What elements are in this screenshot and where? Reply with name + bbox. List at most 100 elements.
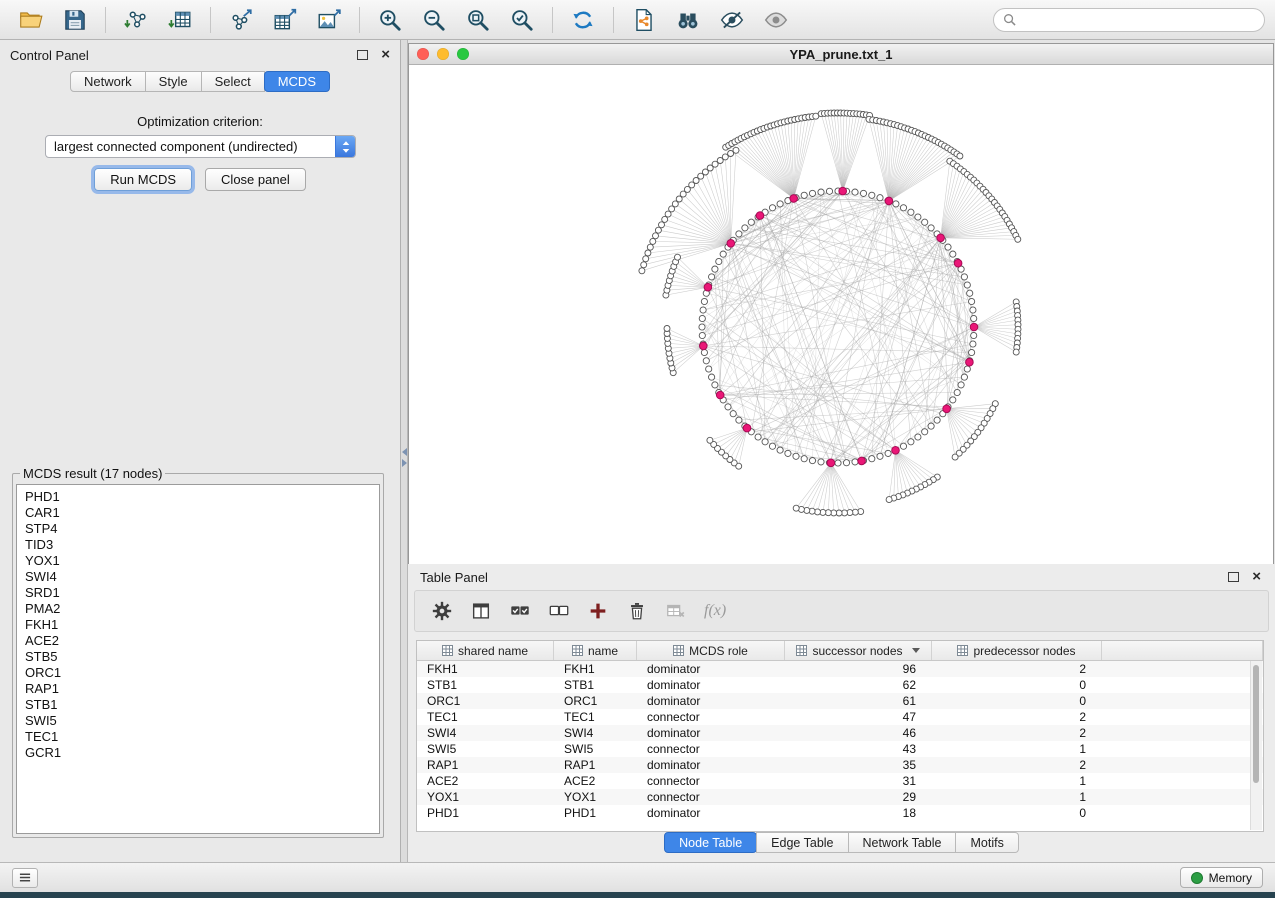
network-canvas[interactable]	[409, 65, 1273, 564]
tab-edge-table[interactable]: Edge Table	[756, 832, 848, 853]
cell-shared-name: RAP1	[417, 758, 554, 772]
mcds-result-item[interactable]: SRD1	[25, 585, 379, 601]
mcds-result-item[interactable]: CAR1	[25, 505, 379, 521]
table-row[interactable]: SWI4 SWI4 dominator 46 2	[417, 725, 1263, 741]
main-toolbar	[0, 0, 1275, 40]
refresh-layout-button[interactable]	[562, 3, 604, 37]
table-row[interactable]: YOX1 YOX1 connector 29 1	[417, 789, 1263, 805]
close-window-icon[interactable]	[417, 48, 429, 60]
deselect-all-rows-button[interactable]	[548, 600, 570, 622]
sort-chevron-icon[interactable]	[912, 648, 920, 653]
show-panel-list-button[interactable]	[12, 868, 38, 888]
delete-column-button[interactable]	[626, 600, 648, 622]
table-scrollbar[interactable]	[1250, 661, 1262, 830]
tab-network[interactable]: Network	[70, 71, 146, 92]
network-window-titlebar[interactable]: YPA_prune.txt_1	[409, 44, 1273, 65]
table-settings-button[interactable]	[431, 600, 453, 622]
export-network-button[interactable]	[220, 3, 262, 37]
tab-select[interactable]: Select	[201, 71, 265, 92]
column-header-shared-name[interactable]: shared name	[417, 641, 554, 660]
column-header-name[interactable]: name	[554, 641, 637, 660]
function-builder-button[interactable]: f(x)	[704, 602, 726, 620]
collapse-left-icon[interactable]	[402, 448, 407, 456]
table-row[interactable]: SWI5 SWI5 connector 43 1	[417, 741, 1263, 757]
tab-motifs[interactable]: Motifs	[955, 832, 1018, 853]
zoom-in-button[interactable]	[369, 3, 411, 37]
splitter-collapse-icons[interactable]	[401, 448, 408, 467]
table-row[interactable]: ORC1 ORC1 dominator 61 0	[417, 693, 1263, 709]
maximize-window-icon[interactable]	[457, 48, 469, 60]
mcds-result-item[interactable]: STP4	[25, 521, 379, 537]
table-scrollbar-thumb[interactable]	[1253, 665, 1259, 783]
export-table-button[interactable]	[264, 3, 306, 37]
import-network-button[interactable]	[115, 3, 157, 37]
column-header-successor-nodes[interactable]: successor nodes	[785, 641, 932, 660]
cell-mcds-role: connector	[637, 710, 785, 724]
mcds-result-item[interactable]: ORC1	[25, 665, 379, 681]
share-document-button[interactable]	[623, 3, 665, 37]
tab-node-table[interactable]: Node Table	[664, 832, 757, 853]
tab-style[interactable]: Style	[145, 71, 202, 92]
delete-table-button-disabled[interactable]	[665, 600, 687, 622]
column-header-predecessor-nodes[interactable]: predecessor nodes	[932, 641, 1102, 660]
run-mcds-button[interactable]: Run MCDS	[94, 168, 192, 191]
network-graph[interactable]	[409, 65, 1273, 564]
import-table-button[interactable]	[159, 3, 201, 37]
mcds-result-item[interactable]: SWI4	[25, 569, 379, 585]
zoom-selected-button[interactable]	[501, 3, 543, 37]
collapse-right-icon[interactable]	[402, 459, 407, 467]
memory-button[interactable]: Memory	[1180, 867, 1263, 888]
table-row[interactable]: RAP1 RAP1 dominator 35 2	[417, 757, 1263, 773]
open-button[interactable]	[10, 3, 52, 37]
mcds-result-item[interactable]: GCR1	[25, 745, 379, 761]
minimize-window-icon[interactable]	[437, 48, 449, 60]
hide-details-button[interactable]	[711, 3, 753, 37]
float-table-panel-icon[interactable]	[1228, 572, 1239, 582]
close-panel-icon[interactable]: ×	[381, 50, 390, 60]
zoom-fit-button[interactable]	[457, 3, 499, 37]
mcds-result-item[interactable]: PHD1	[25, 489, 379, 505]
find-button[interactable]	[667, 3, 709, 37]
save-button[interactable]	[54, 3, 96, 37]
table-row[interactable]: PHD1 PHD1 dominator 18 0	[417, 805, 1263, 821]
column-header-empty	[1102, 641, 1263, 660]
export-image-button[interactable]	[308, 3, 350, 37]
select-all-rows-button[interactable]	[509, 600, 531, 622]
node-table-body: FKH1 FKH1 dominator 96 2 STB1 STB1 domin…	[417, 661, 1263, 821]
cell-mcds-role: dominator	[637, 662, 785, 676]
mcds-result-list[interactable]: PHD1 CAR1 STP4 TID3 YOX1 SWI4 SRD1 PMA2 …	[16, 484, 380, 834]
export-image-icon	[316, 7, 342, 33]
mcds-result-item[interactable]: RAP1	[25, 681, 379, 697]
close-panel-button[interactable]: Close panel	[205, 168, 306, 191]
mcds-result-item[interactable]: FKH1	[25, 617, 379, 633]
table-row[interactable]: STB1 STB1 dominator 62 0	[417, 677, 1263, 693]
mcds-result-item[interactable]: TID3	[25, 537, 379, 553]
tab-mcds[interactable]: MCDS	[264, 71, 330, 92]
search-input[interactable]	[1022, 12, 1255, 28]
float-panel-icon[interactable]	[357, 50, 368, 60]
close-table-panel-icon[interactable]: ×	[1252, 572, 1261, 582]
mcds-result-item[interactable]: YOX1	[25, 553, 379, 569]
mcds-result-item[interactable]: STB5	[25, 649, 379, 665]
cell-shared-name: ACE2	[417, 774, 554, 788]
node-table: shared name name MCDS role successor nod…	[416, 640, 1264, 832]
optimization-criterion-select[interactable]: largest connected component (undirected)	[45, 135, 356, 158]
tab-network-table[interactable]: Network Table	[848, 832, 957, 853]
table-row[interactable]: ACE2 ACE2 connector 31 1	[417, 773, 1263, 789]
mcds-result-item[interactable]: SWI5	[25, 713, 379, 729]
show-columns-button[interactable]	[470, 600, 492, 622]
list-icon	[19, 872, 31, 883]
mcds-result-item[interactable]: STB1	[25, 697, 379, 713]
zoom-out-button[interactable]	[413, 3, 455, 37]
create-column-button[interactable]	[587, 600, 609, 622]
table-row[interactable]: FKH1 FKH1 dominator 96 2	[417, 661, 1263, 677]
cell-mcds-role: dominator	[637, 726, 785, 740]
panel-splitter[interactable]	[401, 40, 408, 862]
mcds-result-item[interactable]: ACE2	[25, 633, 379, 649]
column-label: successor nodes	[812, 644, 902, 658]
column-header-mcds-role[interactable]: MCDS role	[637, 641, 785, 660]
mcds-result-item[interactable]: TEC1	[25, 729, 379, 745]
table-row[interactable]: TEC1 TEC1 connector 47 2	[417, 709, 1263, 725]
show-details-button[interactable]	[755, 3, 797, 37]
mcds-result-item[interactable]: PMA2	[25, 601, 379, 617]
